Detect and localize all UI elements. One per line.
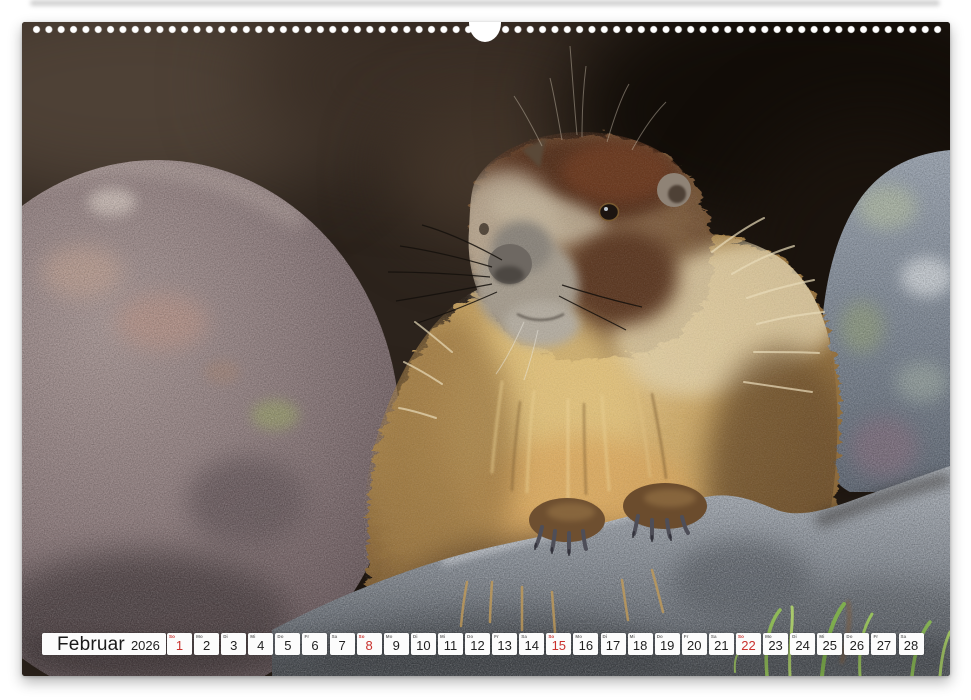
weekday-label: Sa [332, 634, 338, 639]
marmot-photo [22, 22, 950, 676]
day-number: 20 [687, 638, 701, 655]
weekday-label: Mo [386, 634, 393, 639]
day-number: 19 [660, 638, 674, 655]
marmot-eye [600, 204, 619, 221]
day-number: 4 [257, 638, 264, 655]
day-cell: So8 [357, 633, 382, 655]
day-cell: Do26 [844, 633, 869, 655]
month-label: Februar [57, 634, 125, 655]
day-cell: So22 [736, 633, 761, 655]
day-number: 23 [768, 638, 782, 655]
day-number: 16 [579, 638, 593, 655]
day-number: 21 [714, 638, 728, 655]
weekday-label: Mi [819, 634, 824, 639]
weekday-label: Mo [575, 634, 582, 639]
weekday-label: Fr [494, 634, 499, 639]
day-cell: Mo23 [763, 633, 788, 655]
day-number: 24 [795, 638, 809, 655]
day-cell: Mi25 [817, 633, 842, 655]
day-number: 10 [416, 638, 430, 655]
day-cell: Fr20 [682, 633, 707, 655]
day-number: 1 [176, 638, 183, 655]
calendar-page: Februar 2026 So1Mo2Di3Mi4Do5Fr6Sa7So8Mo9… [22, 22, 950, 676]
day-cell: Mo16 [573, 633, 598, 655]
day-number: 26 [850, 638, 864, 655]
weekday-label: Fr [304, 634, 309, 639]
day-number: 22 [741, 638, 755, 655]
month-box: Februar 2026 [42, 633, 166, 655]
day-number: 8 [366, 638, 373, 655]
day-cell: Mi11 [438, 633, 463, 655]
day-number: 9 [393, 638, 400, 655]
weekday-label: Di [603, 634, 608, 639]
day-number: 2 [203, 638, 210, 655]
day-number: 25 [823, 638, 837, 655]
marmot-ear [657, 173, 691, 207]
date-strip: Februar 2026 So1Mo2Di3Mi4Do5Fr6Sa7So8Mo9… [22, 633, 950, 655]
day-cell: Mi18 [628, 633, 653, 655]
weekday-label: Mi [440, 634, 445, 639]
weekday-label: Mo [765, 634, 772, 639]
weekday-label: So [738, 634, 744, 639]
day-number: 14 [524, 638, 538, 655]
day-number: 18 [633, 638, 647, 655]
weekday-label: Mo [196, 634, 203, 639]
day-cell: Mi4 [248, 633, 273, 655]
weekday-label: Sa [711, 634, 717, 639]
day-number: 7 [338, 638, 345, 655]
weekday-label: Mi [630, 634, 635, 639]
day-number: 3 [230, 638, 237, 655]
day-cell: Sa7 [330, 633, 355, 655]
day-number: 13 [497, 638, 511, 655]
day-number: 28 [904, 638, 918, 655]
day-cell: Do5 [275, 633, 300, 655]
day-cells: So1Mo2Di3Mi4Do5Fr6Sa7So8Mo9Di10Mi11Do12F… [167, 633, 924, 655]
day-cell: Di10 [411, 633, 436, 655]
weekday-label: Fr [873, 634, 878, 639]
day-cell: Di17 [601, 633, 626, 655]
weekday-label: Di [223, 634, 228, 639]
weekday-label: Mi [250, 634, 255, 639]
weekday-label: Di [413, 634, 418, 639]
day-cell: Do19 [655, 633, 680, 655]
day-number: 12 [470, 638, 484, 655]
wire-binding-strip [30, 0, 940, 6]
day-cell: Do12 [465, 633, 490, 655]
weekday-label: Sa [521, 634, 527, 639]
weekday-label: Do [657, 634, 663, 639]
day-number: 27 [877, 638, 891, 655]
weekday-label: So [169, 634, 175, 639]
day-number: 11 [444, 638, 458, 655]
weekday-label: So [359, 634, 365, 639]
day-cell: Di24 [790, 633, 815, 655]
day-cell: Fr6 [302, 633, 327, 655]
day-number: 6 [311, 638, 318, 655]
day-number: 15 [552, 638, 566, 655]
day-cell: Fr13 [492, 633, 517, 655]
weekday-label: So [548, 634, 554, 639]
day-cell: Sa28 [899, 633, 924, 655]
day-number: 5 [284, 638, 291, 655]
day-cell: Sa14 [519, 633, 544, 655]
day-cell: Sa21 [709, 633, 734, 655]
day-cell: So15 [546, 633, 571, 655]
weekday-label: Sa [901, 634, 907, 639]
day-cell: Di3 [221, 633, 246, 655]
day-cell: Mo2 [194, 633, 219, 655]
weekday-label: Do [277, 634, 283, 639]
day-number: 17 [606, 638, 620, 655]
weekday-label: Do [846, 634, 852, 639]
year-label: 2026 [131, 635, 160, 653]
weekday-label: Fr [684, 634, 689, 639]
calendar-product-image: Februar 2026 So1Mo2Di3Mi4Do5Fr6Sa7So8Mo9… [0, 0, 971, 700]
day-cell: So1 [167, 633, 192, 655]
day-cell: Mo9 [384, 633, 409, 655]
weekday-label: Di [792, 634, 797, 639]
weekday-label: Do [467, 634, 473, 639]
day-cell: Fr27 [871, 633, 896, 655]
